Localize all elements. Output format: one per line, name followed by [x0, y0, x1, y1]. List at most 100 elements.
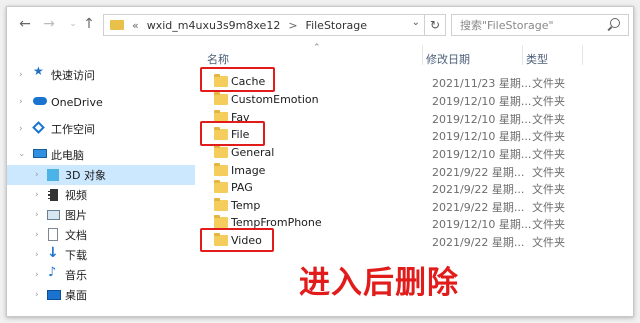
list-item[interactable]: Temp 2021/9/22 星期... 文件夹: [203, 197, 623, 214]
folder-icon: [214, 180, 228, 193]
chevron-right-icon[interactable]: ›: [35, 210, 39, 220]
file-type: 文件夹: [532, 130, 565, 143]
sidebar-item-3d-objects[interactable]: › 3D 对象: [7, 165, 195, 185]
chevron-right-icon[interactable]: ›: [35, 270, 39, 280]
chevron-right-icon[interactable]: ›: [35, 290, 39, 300]
folder-icon: [214, 198, 228, 211]
address-bar: ← → ⌄ ↑ « wxid_m4uxu3s9m8xe12 > FileStor…: [7, 7, 633, 41]
file-name: Temp: [231, 199, 261, 212]
list-item[interactable]: Image 2021/9/22 星期... 文件夹: [203, 162, 623, 179]
column-header: ⌃ 名称 修改日期 类型: [197, 41, 633, 67]
download-icon: ↓: [47, 245, 59, 261]
sidebar-item-videos[interactable]: › 视频: [7, 185, 195, 205]
folder-icon: [214, 215, 228, 228]
file-date: 2021/9/22 星期...: [432, 183, 525, 196]
cube-icon: [47, 169, 59, 181]
chevron-down-icon[interactable]: ⌄: [65, 16, 81, 32]
breadcrumb-filestorage[interactable]: FileStorage: [306, 19, 367, 32]
highlight-box-cache: [200, 67, 275, 92]
chevron-right-icon[interactable]: ›: [19, 70, 23, 80]
search-placeholder: 搜索"FileStorage": [460, 19, 554, 32]
file-date: 2019/12/10 星期...: [432, 95, 532, 108]
sidebar-item-label: 桌面: [65, 289, 87, 302]
file-type: 文件夹: [532, 113, 565, 126]
list-item[interactable]: File 2019/12/10 星期... 文件夹: [203, 126, 623, 143]
folder-icon: [110, 20, 124, 30]
file-type: 文件夹: [532, 77, 565, 90]
file-date: 2019/12/10 星期...: [432, 218, 532, 231]
music-icon: ♪: [48, 265, 57, 280]
file-name: General: [231, 146, 275, 159]
sidebar-item-this-pc[interactable]: › 此电脑: [7, 145, 195, 165]
address-field[interactable]: « wxid_m4uxu3s9m8xe12 > FileStorage ⌄: [103, 14, 425, 36]
sidebar-item-label: 下载: [65, 249, 87, 262]
arrow-left-icon[interactable]: ←: [17, 16, 33, 32]
column-date[interactable]: 修改日期: [426, 51, 470, 67]
sort-ascending-icon: ⌃: [313, 43, 321, 53]
arrow-right-icon[interactable]: →: [41, 16, 57, 32]
sidebar-item-downloads[interactable]: › ↓ 下载: [7, 245, 195, 265]
sidebar-item-label: 图片: [65, 209, 87, 222]
refresh-button[interactable]: ↻: [425, 14, 446, 36]
chevron-right-icon[interactable]: ›: [19, 97, 23, 107]
file-type: 文件夹: [532, 236, 565, 249]
file-name: CustomEmotion: [231, 93, 319, 106]
list-item[interactable]: Fav 2019/12/10 星期... 文件夹: [203, 109, 623, 126]
file-date: 2021/9/22 星期...: [432, 236, 525, 249]
overflow-chevron[interactable]: «: [132, 19, 139, 32]
chevron-down-icon[interactable]: ⌄: [412, 17, 420, 28]
chevron-right-icon[interactable]: ›: [35, 190, 39, 200]
sidebar-item-label: OneDrive: [51, 95, 103, 109]
search-input[interactable]: 搜索"FileStorage": [451, 14, 629, 36]
explorer-window: ← → ⌄ ↑ « wxid_m4uxu3s9m8xe12 > FileStor…: [6, 6, 634, 317]
folder-icon: [214, 163, 228, 176]
chevron-right-icon[interactable]: ›: [19, 124, 23, 134]
chevron-right-icon[interactable]: ›: [35, 230, 39, 240]
arrow-up-icon[interactable]: ↑: [81, 16, 97, 32]
sidebar-item-pictures[interactable]: › 图片: [7, 205, 195, 225]
navigation-pane: › ★ 快速访问 › OneDrive › 工作空间 › 此电脑 › 3D 对象…: [7, 41, 197, 316]
sidebar-item-onedrive[interactable]: › OneDrive: [7, 92, 195, 112]
list-item[interactable]: PAG 2021/9/22 星期... 文件夹: [203, 179, 623, 196]
star-icon: ★: [33, 64, 44, 78]
sidebar-item-quick-access[interactable]: › ★ 快速访问: [7, 64, 195, 85]
column-divider[interactable]: [522, 45, 523, 65]
sidebar-item-label: 快速访问: [51, 69, 95, 82]
file-date: 2019/12/10 星期...: [432, 113, 532, 126]
file-type: 文件夹: [532, 201, 565, 214]
video-icon: [48, 189, 58, 201]
workspace-icon: [32, 121, 45, 134]
chevron-right-icon[interactable]: ›: [35, 170, 39, 180]
sidebar-item-documents[interactable]: › 文档: [7, 225, 195, 245]
list-item[interactable]: CustomEmotion 2019/12/10 星期... 文件夹: [203, 91, 623, 108]
sidebar-item-label: 音乐: [65, 269, 87, 282]
breadcrumb-wxid[interactable]: wxid_m4uxu3s9m8xe12: [147, 19, 281, 32]
desktop-icon: [47, 290, 61, 300]
sidebar-item-label: 文档: [65, 229, 87, 242]
sidebar-item-music[interactable]: › ♪ 音乐: [7, 265, 195, 285]
search-icon[interactable]: [610, 18, 620, 28]
column-name[interactable]: 名称: [207, 51, 229, 67]
folder-icon: [214, 92, 228, 105]
column-type[interactable]: 类型: [526, 51, 548, 67]
chevron-right-icon[interactable]: ›: [35, 250, 39, 260]
column-divider[interactable]: [582, 45, 583, 65]
sidebar-item-workspace[interactable]: › 工作空间: [7, 119, 195, 139]
folder-icon: [214, 145, 228, 158]
file-date: 2021/9/22 星期...: [432, 201, 525, 214]
file-type: 文件夹: [532, 166, 565, 179]
file-date: 2019/12/10 星期...: [432, 148, 532, 161]
column-divider[interactable]: [422, 45, 423, 65]
sidebar-item-desktop[interactable]: › 桌面: [7, 285, 195, 305]
list-item[interactable]: General 2019/12/10 星期... 文件夹: [203, 144, 623, 161]
file-name: PAG: [231, 181, 253, 194]
chevron-down-icon[interactable]: ›: [16, 153, 26, 157]
computer-icon: [33, 149, 47, 158]
file-type: 文件夹: [532, 218, 565, 231]
file-date: 2019/12/10 星期...: [432, 130, 532, 143]
annotation-text: 进入后删除: [299, 265, 459, 301]
file-type: 文件夹: [532, 183, 565, 196]
file-date: 2021/11/23 星期...: [432, 77, 532, 90]
sidebar-item-label: 工作空间: [51, 123, 95, 136]
highlight-box-video: [200, 228, 274, 252]
